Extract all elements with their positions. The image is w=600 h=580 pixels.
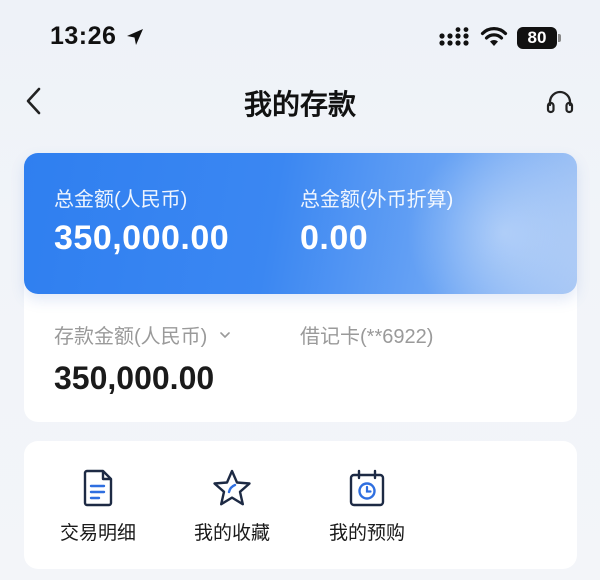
deposit-amount-value: 350,000.00 <box>54 360 215 396</box>
page-title: 我的存款 <box>243 89 356 120</box>
transaction-details-button[interactable]: 交易明细 <box>33 468 163 545</box>
my-presale-label: 我的预购 <box>328 523 405 544</box>
my-favorites-button[interactable]: 我的收藏 <box>167 468 297 545</box>
chevron-down-icon <box>219 332 230 339</box>
card-decoration <box>394 153 577 294</box>
battery-cap <box>558 34 561 42</box>
document-icon <box>83 469 113 507</box>
total-cny-label: 总金额(人民币) <box>54 189 188 211</box>
wifi-icon <box>480 27 508 46</box>
debit-card-label[interactable]: 借记卡(**6922) <box>300 320 433 349</box>
transaction-details-label: 交易明细 <box>59 523 136 544</box>
total-fx-label: 总金额(外币折算) <box>300 189 454 211</box>
deposit-amount-selector[interactable]: 存款金额(人民币) <box>54 320 230 349</box>
cellular-signal-icon <box>439 27 469 46</box>
customer-service-headset-icon[interactable] <box>545 88 575 116</box>
my-favorites-label: 我的收藏 <box>193 523 270 544</box>
star-icon <box>213 469 251 506</box>
status-bar: 13:26 80 <box>0 0 600 70</box>
calendar-clock-icon <box>349 469 385 507</box>
location-arrow-icon <box>127 29 143 45</box>
battery-indicator: 80 <box>517 27 557 49</box>
total-summary-card: 总金额(人民币) 350,000.00 总金额(外币折算) 0.00 <box>24 153 577 294</box>
status-time: 13:26 <box>50 22 117 50</box>
total-cny-value: 350,000.00 <box>54 219 230 257</box>
my-presale-button[interactable]: 我的预购 <box>302 468 432 545</box>
deposit-amount-label: 存款金额(人民币) <box>54 326 208 348</box>
total-fx-value: 0.00 <box>300 219 369 257</box>
